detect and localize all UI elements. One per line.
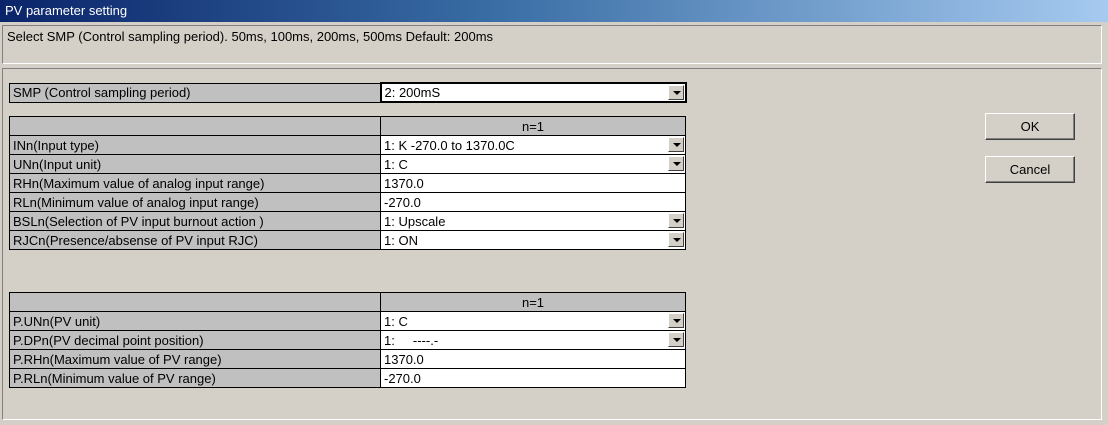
table-row: P.RHn(Maximum value of PV range) 1370.0 [9,349,686,369]
pv-decimal-label: P.DPn(PV decimal point position) [9,330,381,350]
table-row: RLn(Minimum value of analog input range)… [9,192,686,212]
pv-decimal-value: 1: ----.- [384,332,439,348]
input-type-select[interactable]: 1: K -270.0 to 1370.0C [380,135,686,155]
chevron-down-icon[interactable] [668,156,684,171]
chevron-down-icon[interactable] [667,85,684,100]
column-header-n1: n=1 [380,116,686,136]
rjc-select[interactable]: 1: ON [380,230,686,250]
input-max-field[interactable]: 1370.0 [380,173,686,193]
table-row: RJCn(Presence/absense of PV input RJC) 1… [9,230,686,250]
burnout-action-select[interactable]: 1: Upscale [380,211,686,231]
table-row: P.UNn(PV unit) 1: C [9,311,686,331]
chevron-down-icon[interactable] [668,137,684,152]
pv-unit-value: 1: C [384,313,408,329]
table-row: INn(Input type) 1: K -270.0 to 1370.0C [9,135,686,155]
input-min-label: RLn(Minimum value of analog input range) [9,192,381,212]
input-unit-select[interactable]: 1: C [380,154,686,174]
table-header-row: n=1 [9,292,686,312]
smp-select[interactable]: 2: 200mS [379,82,687,103]
input-type-label: INn(Input type) [9,135,381,155]
table-row: P.DPn(PV decimal point position) 1: ----… [9,330,686,350]
chevron-down-icon[interactable] [668,313,684,328]
rjc-value: 1: ON [384,232,418,248]
input-max-label: RHn(Maximum value of analog input range) [9,173,381,193]
header-blank-cell [9,116,381,136]
pv-max-label: P.RHn(Maximum value of PV range) [9,349,381,369]
table-row: P.RLn(Minimum value of PV range) -270.0 [9,368,686,388]
smp-table: SMP (Control sampling period) 2: 200mS [9,82,687,103]
burnout-action-value: 1: Upscale [384,213,446,229]
pv-table: n=1 P.UNn(PV unit) 1: C P.DPn(PV decimal… [9,292,686,388]
pv-max-field[interactable]: 1370.0 [380,349,686,369]
chevron-down-icon[interactable] [668,213,684,228]
input-unit-label: UNn(Input unit) [9,154,381,174]
smp-row: SMP (Control sampling period) 2: 200mS [9,82,687,103]
smp-label: SMP (Control sampling period) [9,82,381,103]
input-unit-value: 1: C [384,156,408,172]
pv-decimal-select[interactable]: 1: ----.- [380,330,686,350]
column-header-n1: n=1 [380,292,686,312]
input-min-field[interactable]: -270.0 [380,192,686,212]
pv-min-label: P.RLn(Minimum value of PV range) [9,368,381,388]
window-title: PV parameter setting [0,0,1108,22]
hint-text: Select SMP (Control sampling period). 50… [2,25,1102,64]
cancel-button[interactable]: Cancel [985,156,1075,183]
burnout-action-label: BSLn(Selection of PV input burnout actio… [9,211,381,231]
rjc-label: RJCn(Presence/absense of PV input RJC) [9,230,381,250]
pv-unit-label: P.UNn(PV unit) [9,311,381,331]
table-row: BSLn(Selection of PV input burnout actio… [9,211,686,231]
smp-select-value: 2: 200mS [384,85,441,100]
table-row: RHn(Maximum value of analog input range)… [9,173,686,193]
pv-unit-select[interactable]: 1: C [380,311,686,331]
pv-min-field[interactable]: -270.0 [380,368,686,388]
input-type-value: 1: K -270.0 to 1370.0C [384,137,515,153]
chevron-down-icon[interactable] [668,232,684,247]
ok-button[interactable]: OK [985,113,1075,140]
header-blank-cell [9,292,381,312]
input-table: n=1 INn(Input type) 1: K -270.0 to 1370.… [9,116,686,250]
table-row: UNn(Input unit) 1: C [9,154,686,174]
chevron-down-icon[interactable] [668,332,684,347]
table-header-row: n=1 [9,116,686,136]
